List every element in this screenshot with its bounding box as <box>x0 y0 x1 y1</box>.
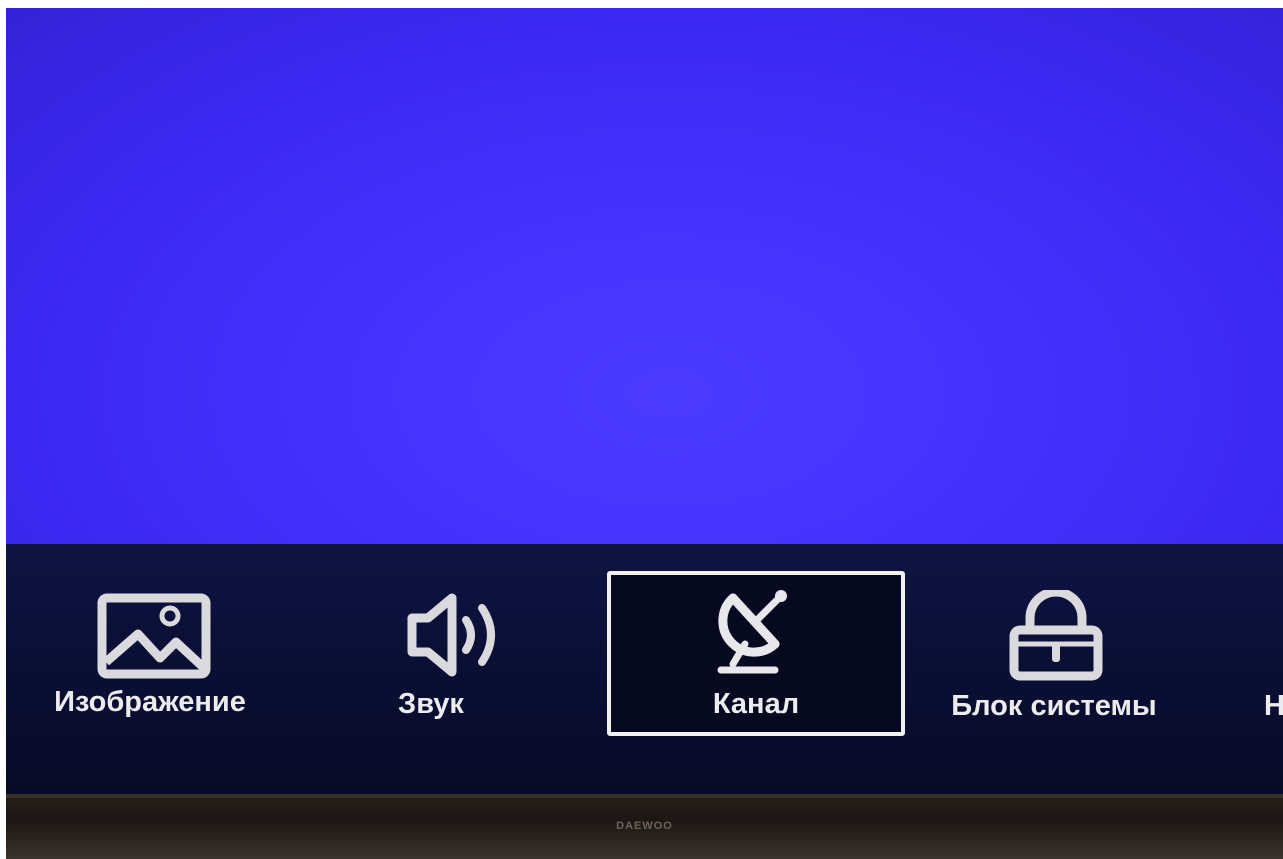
picture-icon <box>97 593 211 679</box>
menu-item-label: Блок системы <box>951 690 1157 722</box>
menu-item-label: Н <box>1264 690 1283 722</box>
tv-bezel: DAEWOO <box>6 794 1283 859</box>
speaker-icon <box>407 593 495 677</box>
blue-screen-background <box>6 8 1283 544</box>
menu-item-partial[interactable]: Н <box>1264 544 1283 794</box>
brand-logo: DAEWOO <box>616 820 673 832</box>
bezel-edge <box>6 794 1283 798</box>
menu-item-sound[interactable]: Звук <box>396 544 556 794</box>
lock-icon <box>1009 590 1103 681</box>
menu-item-channel[interactable]: Канал <box>607 544 905 794</box>
menu-item-label: Изображение <box>54 686 246 718</box>
menu-item-label: Канал <box>712 688 800 720</box>
satellite-dish-icon <box>717 590 787 674</box>
photo-frame: Изображение Звук Канал Блок системы Н DA… <box>0 0 1283 859</box>
settings-menu-bar: Изображение Звук Канал Блок системы Н <box>6 544 1283 794</box>
menu-item-label: Звук <box>398 688 464 720</box>
menu-item-picture[interactable]: Изображение <box>30 544 270 794</box>
menu-item-system-lock[interactable]: Блок системы <box>934 544 1174 794</box>
tv-screen: Изображение Звук Канал Блок системы Н DA… <box>6 8 1283 859</box>
